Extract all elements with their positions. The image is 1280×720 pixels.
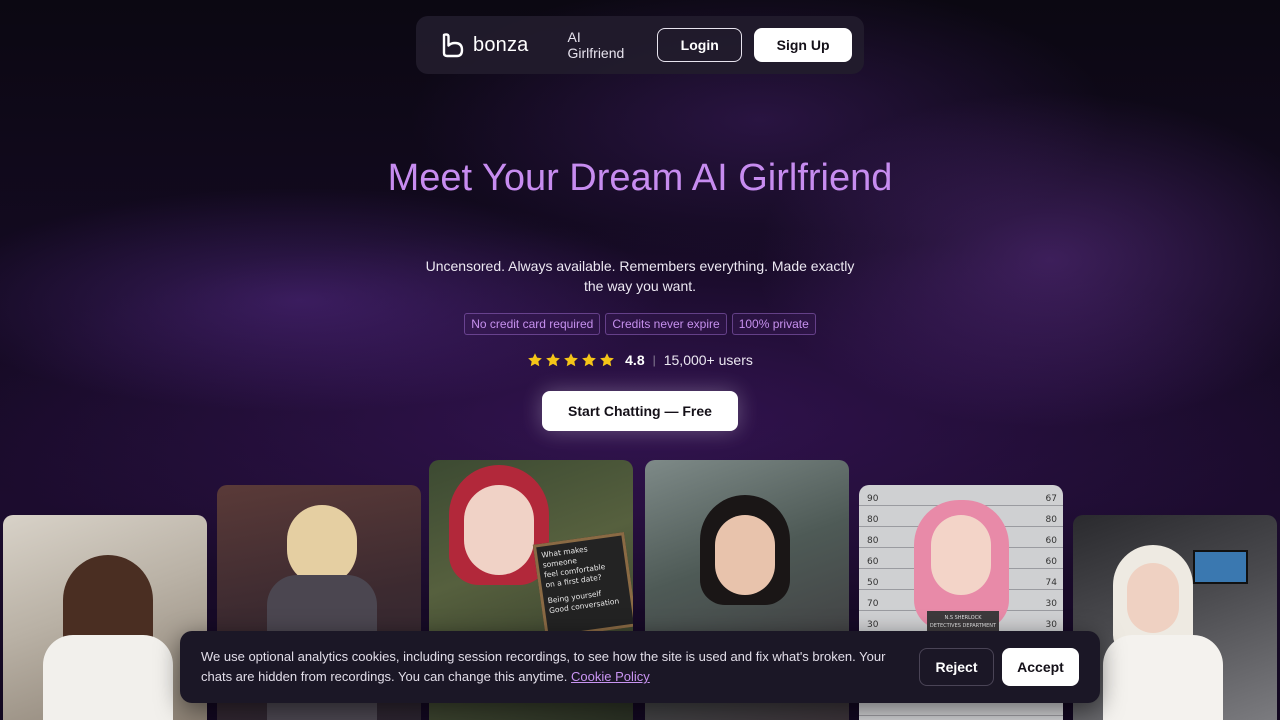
character-figure xyxy=(287,505,357,585)
rating-separator: | xyxy=(652,353,656,367)
character-figure xyxy=(1127,563,1179,633)
star-icon xyxy=(546,353,561,367)
chalkboard: What makes someone feel comfortable on a… xyxy=(532,532,633,639)
star-icon xyxy=(582,353,597,367)
character-figure xyxy=(1103,635,1223,720)
user-count: 15,000+ users xyxy=(663,352,753,368)
signup-button[interactable]: Sign Up xyxy=(754,28,852,62)
badge-private: 100% private xyxy=(731,313,816,335)
bonza-logo-icon xyxy=(442,33,464,58)
brand-name: bonza xyxy=(473,33,529,56)
login-button[interactable]: Login xyxy=(657,28,743,62)
reject-cookies-button[interactable]: Reject xyxy=(919,648,994,686)
badge-no-credit-card: No credit card required xyxy=(464,313,601,335)
feature-badges: No credit card required Credits never ex… xyxy=(0,313,1280,335)
accept-cookies-button[interactable]: Accept xyxy=(1002,648,1079,686)
star-icon xyxy=(564,353,579,367)
top-navbar: bonza AI Girlfriend Login Sign Up xyxy=(416,16,864,74)
cookie-message: We use optional analytics cookies, inclu… xyxy=(201,647,901,687)
star-rating xyxy=(527,352,615,368)
cookie-text: We use optional analytics cookies, inclu… xyxy=(201,649,886,684)
star-icon xyxy=(600,353,615,367)
start-chatting-button[interactable]: Start Chatting — Free xyxy=(542,391,738,431)
nav-link-ai-girlfriend[interactable]: AI Girlfriend xyxy=(568,29,642,61)
character-figure xyxy=(715,515,775,595)
star-icon xyxy=(528,353,543,367)
character-card[interactable] xyxy=(1073,515,1277,720)
monitor xyxy=(1193,550,1248,584)
mugshot-height-right: 67 80 60 60 74 30 30 xyxy=(1045,494,1057,630)
badge-credits-never-expire: Credits never expire xyxy=(605,313,727,335)
rating-value: 4.8 xyxy=(625,352,645,368)
brand-logo[interactable]: bonza xyxy=(439,32,529,58)
character-figure xyxy=(931,515,991,595)
cookie-banner: We use optional analytics cookies, inclu… xyxy=(180,631,1100,703)
mugshot-height-left: 90 80 80 60 50 70 30 xyxy=(867,494,879,630)
character-card[interactable] xyxy=(3,515,207,720)
hero-subtitle: Uncensored. Always available. Remembers … xyxy=(425,258,855,294)
mugshot-sign: N.S SHERLOCK DETECTIVES DEPARTMENT xyxy=(927,611,999,633)
character-figure xyxy=(43,635,173,720)
cookie-policy-link[interactable]: Cookie Policy xyxy=(571,669,650,684)
character-figure xyxy=(464,485,534,575)
rating-row: 4.8 | 15,000+ users xyxy=(0,352,1280,368)
hero-title: Meet Your Dream AI Girlfriend xyxy=(387,157,893,199)
